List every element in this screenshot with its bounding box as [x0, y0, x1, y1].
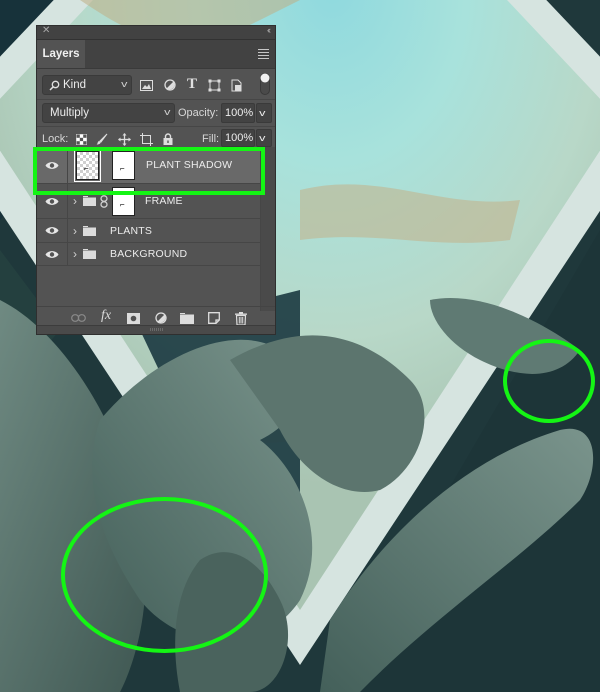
filter-kind-label: Kind [63, 79, 87, 91]
pixel-layer-filter-icon[interactable] [139, 78, 153, 92]
lock-label: Lock: [42, 133, 69, 145]
chevron-down-icon: v [259, 133, 266, 143]
adjustment-layer-filter-icon[interactable] [163, 78, 177, 92]
annotation-highlight-plant-shadow [33, 147, 265, 195]
fill-dropdown-button[interactable]: v [256, 129, 272, 147]
lock-artboard-icon[interactable] [139, 132, 153, 146]
type-layer-filter-icon[interactable]: T [185, 75, 199, 92]
double-chevron-icon[interactable]: ‹‹ [267, 25, 271, 35]
chevron-down-icon: v [120, 79, 127, 89]
mask-mark: ⌐ [120, 199, 125, 209]
fill-value: 100% [225, 132, 254, 144]
search-icon [49, 80, 60, 91]
chevron-down-icon: v [163, 107, 170, 117]
layer-row-plants[interactable]: › PLANTS [37, 219, 261, 243]
panel-resize-grip[interactable] [37, 325, 275, 334]
visibility-toggle[interactable] [37, 243, 68, 265]
blend-row: Multiply v Opacity: 100% v [37, 100, 275, 126]
eye-icon [45, 197, 59, 205]
folder-icon [83, 196, 96, 206]
lock-image-pixels-icon[interactable] [95, 132, 109, 146]
mask-link-icon[interactable] [100, 194, 108, 208]
eye-icon [45, 227, 59, 234]
shape-layer-filter-icon[interactable] [207, 78, 221, 92]
layer-name[interactable]: BACKGROUND [110, 248, 187, 260]
fill-label: Fill: [202, 133, 220, 145]
eye-icon [45, 250, 59, 258]
lock-all-icon[interactable] [161, 132, 175, 146]
opacity-input[interactable]: 100% [221, 103, 255, 123]
folder-icon [83, 225, 96, 236]
layer-row-background[interactable]: › BACKGROUND [37, 243, 261, 266]
panel-menu-icon[interactable] [258, 49, 269, 61]
panel-tabbar: Layers [37, 40, 275, 69]
expand-chevron-icon[interactable]: › [73, 224, 77, 238]
add-mask-icon[interactable] [125, 311, 141, 325]
fx-label: fx [100, 308, 112, 323]
layer-name[interactable]: PLANTS [110, 225, 152, 237]
layers-bottom-toolbar: fx [37, 306, 275, 327]
filter-kind-dropdown[interactable]: Kind v [42, 75, 132, 95]
annotation-circle-right [503, 339, 595, 423]
adjustment-layer-icon[interactable] [153, 311, 169, 325]
opacity-label: Opacity: [178, 107, 219, 119]
fill-input[interactable]: 100% [221, 129, 255, 147]
new-group-icon[interactable] [179, 311, 195, 325]
close-icon[interactable]: ✕ [42, 25, 50, 36]
visibility-toggle[interactable] [37, 219, 68, 242]
blend-mode-dropdown[interactable]: Multiply v [42, 103, 175, 123]
lock-position-icon[interactable] [117, 132, 131, 146]
delete-icon[interactable] [233, 311, 249, 325]
filter-row: Kind v T [37, 69, 275, 99]
folder-icon [83, 249, 96, 259]
panel-titlebar[interactable]: ✕ ‹‹ [37, 25, 275, 40]
lock-transparent-pixels-icon[interactable] [74, 132, 88, 146]
chevron-down-icon: v [259, 108, 266, 118]
lock-row: Lock: Fill: 100% v [37, 127, 275, 147]
expand-chevron-icon[interactable]: › [73, 247, 77, 261]
tab-layers[interactable]: Layers [37, 40, 85, 68]
fx-icon[interactable]: fx [98, 308, 114, 323]
blend-mode-value: Multiply [50, 107, 89, 119]
type-glyph: T [186, 75, 197, 92]
link-layers-icon[interactable] [70, 311, 86, 325]
opacity-value: 100% [225, 107, 254, 119]
annotation-circle-left [61, 497, 268, 653]
smart-object-filter-icon[interactable] [229, 78, 243, 92]
filter-toggle-icon[interactable] [259, 73, 271, 95]
layer-name[interactable]: FRAME [145, 195, 183, 207]
expand-chevron-icon[interactable]: › [73, 194, 77, 208]
opacity-dropdown-button[interactable]: v [256, 103, 272, 123]
new-layer-icon[interactable] [206, 311, 222, 325]
